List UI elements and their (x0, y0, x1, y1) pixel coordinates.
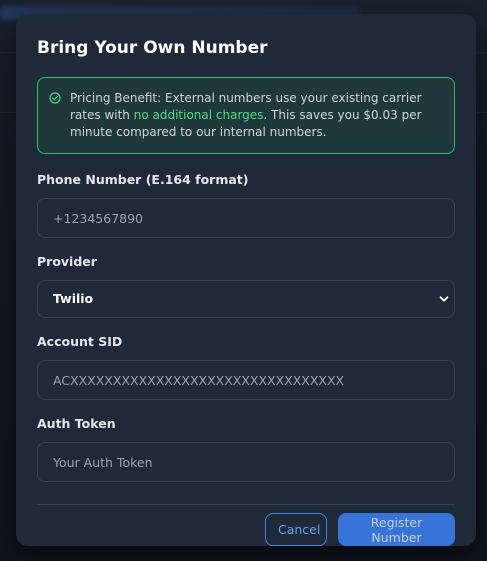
byon-modal: Bring Your Own Number Pricing Benefit: E… (16, 14, 476, 546)
pricing-info-box: Pricing Benefit: External numbers use yo… (37, 77, 455, 154)
phone-input[interactable] (37, 198, 455, 238)
check-circle-icon (49, 92, 61, 104)
provider-label: Provider (37, 254, 97, 269)
provider-select-wrapper: Twilio (37, 280, 455, 318)
account-sid-input[interactable] (37, 360, 455, 400)
account-sid-label: Account SID (37, 334, 123, 349)
account-sid-field-group: Account SID (37, 334, 455, 400)
phone-label: Phone Number (E.164 format) (37, 172, 249, 187)
auth-token-input[interactable] (37, 442, 455, 482)
auth-token-field-group: Auth Token (37, 416, 455, 482)
auth-token-label: Auth Token (37, 416, 116, 431)
footer-divider (37, 504, 455, 505)
provider-select[interactable]: Twilio (37, 280, 455, 318)
register-number-button[interactable]: Register Number (338, 513, 455, 546)
info-text-highlight: no additional charges (133, 108, 264, 122)
phone-field-group: Phone Number (E.164 format) (37, 172, 455, 238)
chevron-down-icon (439, 296, 449, 302)
modal-title: Bring Your Own Number (37, 38, 268, 58)
cancel-button[interactable]: Cancel (265, 513, 327, 546)
modal-footer: Cancel Register Number (37, 513, 455, 546)
provider-field-group: Provider Twilio (37, 254, 455, 318)
